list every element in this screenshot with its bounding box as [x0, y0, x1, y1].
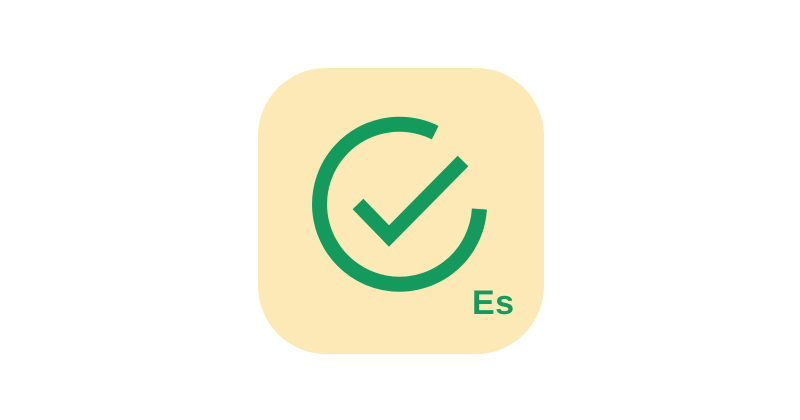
check-mark — [352, 155, 469, 247]
app-icon: Es — [258, 68, 544, 354]
language-badge: Es — [472, 284, 515, 322]
app-store-banner: Es — [0, 0, 800, 420]
ring-arc — [312, 116, 487, 292]
